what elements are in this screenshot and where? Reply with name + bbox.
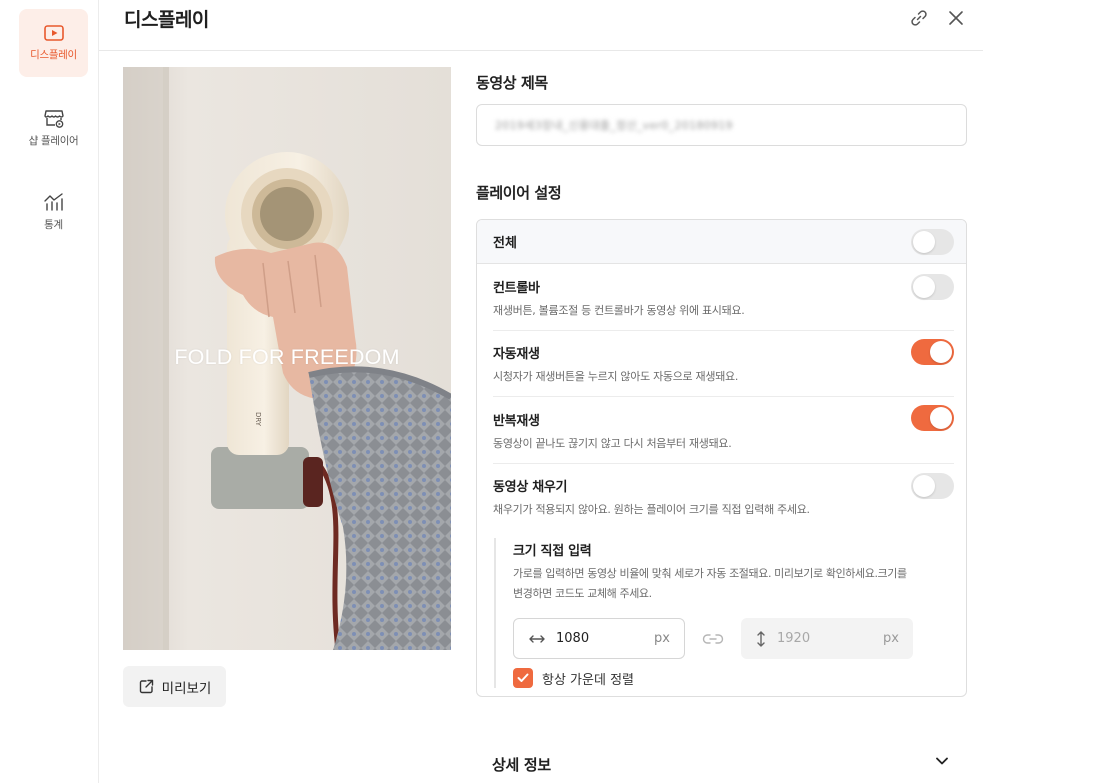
- custom-size-description: 가로를 입력하면 동영상 비율에 맞춰 세로가 자동 조절돼요. 미리보기로 확…: [513, 567, 907, 600]
- sidebar-item-display[interactable]: 디스플레이: [19, 9, 88, 77]
- toggle-knob: [930, 341, 952, 363]
- detail-info-accordion[interactable]: 상세 정보: [476, 740, 967, 783]
- external-link-icon: [139, 679, 153, 694]
- height-input[interactable]: 1920 px: [741, 618, 913, 659]
- toggle-knob: [913, 276, 935, 298]
- toggle-autoplay[interactable]: [911, 339, 954, 365]
- always-center-label: 항상 가운데 정렬: [542, 672, 634, 688]
- player-settings-panel: 전체 컨트롤바 재생버튼, 볼륨조절 등 컨트롤바가 동영상 위에 표시돼요. …: [476, 219, 967, 697]
- toggle-loop[interactable]: [911, 405, 954, 431]
- toggle-fill-video[interactable]: [911, 473, 954, 499]
- video-preview: DRY FOLD FOR FREEDOM: [123, 67, 451, 650]
- video-caption-text: FOLD FOR FREEDOM: [174, 345, 400, 369]
- panel-header: 디스플레이: [99, 0, 983, 51]
- setting-row-all: 전체: [477, 220, 966, 264]
- divider: [493, 463, 954, 464]
- chevron-down-icon: [936, 757, 948, 765]
- setting-label: 반복재생: [493, 414, 540, 429]
- horizontal-arrows-icon: [529, 634, 545, 643]
- width-unit: px: [654, 631, 670, 646]
- stats-icon: [43, 193, 63, 211]
- setting-description: 시청자가 재생버튼을 누르지 않아도 자동으로 재생돼요.: [493, 370, 739, 383]
- sidebar-item-label: 통계: [44, 219, 63, 231]
- setting-all-label: 전체: [493, 236, 517, 251]
- sidebar: 디스플레이 샵 플레이어 통계: [0, 0, 99, 783]
- toggle-controlbar[interactable]: [911, 274, 954, 300]
- preview-button-label: 미리보기: [161, 680, 212, 697]
- toggle-all[interactable]: [911, 229, 954, 255]
- toggle-knob: [913, 475, 935, 497]
- toggle-knob: [930, 407, 952, 429]
- toggle-knob: [913, 231, 935, 253]
- player-settings-label: 플레이어 설정: [476, 184, 562, 202]
- setting-description: 동영상이 끝나도 끊기지 않고 다시 처음부터 재생돼요.: [493, 437, 732, 450]
- setting-description: 채우기가 적용되지 않아요. 원하는 플레이어 크기를 직접 입력해 주세요.: [493, 503, 810, 516]
- svg-text:DRY: DRY: [254, 412, 262, 427]
- width-input[interactable]: 1080 px: [513, 618, 685, 659]
- video-title-input[interactable]: 2019세3장내_신용대출_정산_ver0_20180919: [476, 104, 967, 146]
- setting-label: 자동재생: [493, 347, 540, 362]
- copy-link-button[interactable]: [907, 6, 931, 30]
- height-unit: px: [883, 631, 899, 646]
- play-icon: [43, 25, 64, 41]
- sidebar-item-shop-player[interactable]: 샵 플레이어: [19, 94, 88, 162]
- divider: [493, 396, 954, 397]
- custom-size-label: 크기 직접 입력: [513, 544, 592, 559]
- detail-info-label: 상세 정보: [492, 756, 551, 774]
- shop-player-icon: [43, 110, 64, 128]
- custom-size-section: 크기 직접 입력 가로를 입력하면 동영상 비율에 맞춰 세로가 자동 조절돼요…: [494, 538, 934, 688]
- width-value: 1080: [556, 631, 590, 646]
- close-button[interactable]: [944, 6, 968, 30]
- setting-description: 재생버튼, 볼륨조절 등 컨트롤바가 동영상 위에 표시돼요.: [493, 304, 745, 317]
- vertical-arrows-icon: [757, 630, 765, 647]
- checkbox-checked[interactable]: [513, 668, 533, 688]
- height-value: 1920: [777, 631, 811, 646]
- video-title-value: 2019세3장내_신용대출_정산_ver0_20180919: [495, 119, 733, 132]
- preview-button[interactable]: 미리보기: [123, 666, 226, 707]
- setting-label: 동영상 채우기: [493, 480, 568, 495]
- sidebar-item-label: 샵 플레이어: [28, 135, 79, 147]
- video-title-label: 동영상 제목: [476, 74, 548, 92]
- divider: [493, 330, 954, 331]
- always-center-checkbox[interactable]: 항상 가운데 정렬: [513, 668, 634, 688]
- page-title: 디스플레이: [124, 9, 209, 31]
- aspect-link-icon: [702, 634, 724, 644]
- close-icon: [949, 11, 963, 25]
- sidebar-item-label: 디스플레이: [30, 49, 77, 61]
- setting-label: 컨트롤바: [493, 281, 540, 296]
- check-icon: [517, 673, 529, 682]
- link-icon: [911, 10, 927, 26]
- sidebar-item-stats[interactable]: 통계: [19, 178, 88, 246]
